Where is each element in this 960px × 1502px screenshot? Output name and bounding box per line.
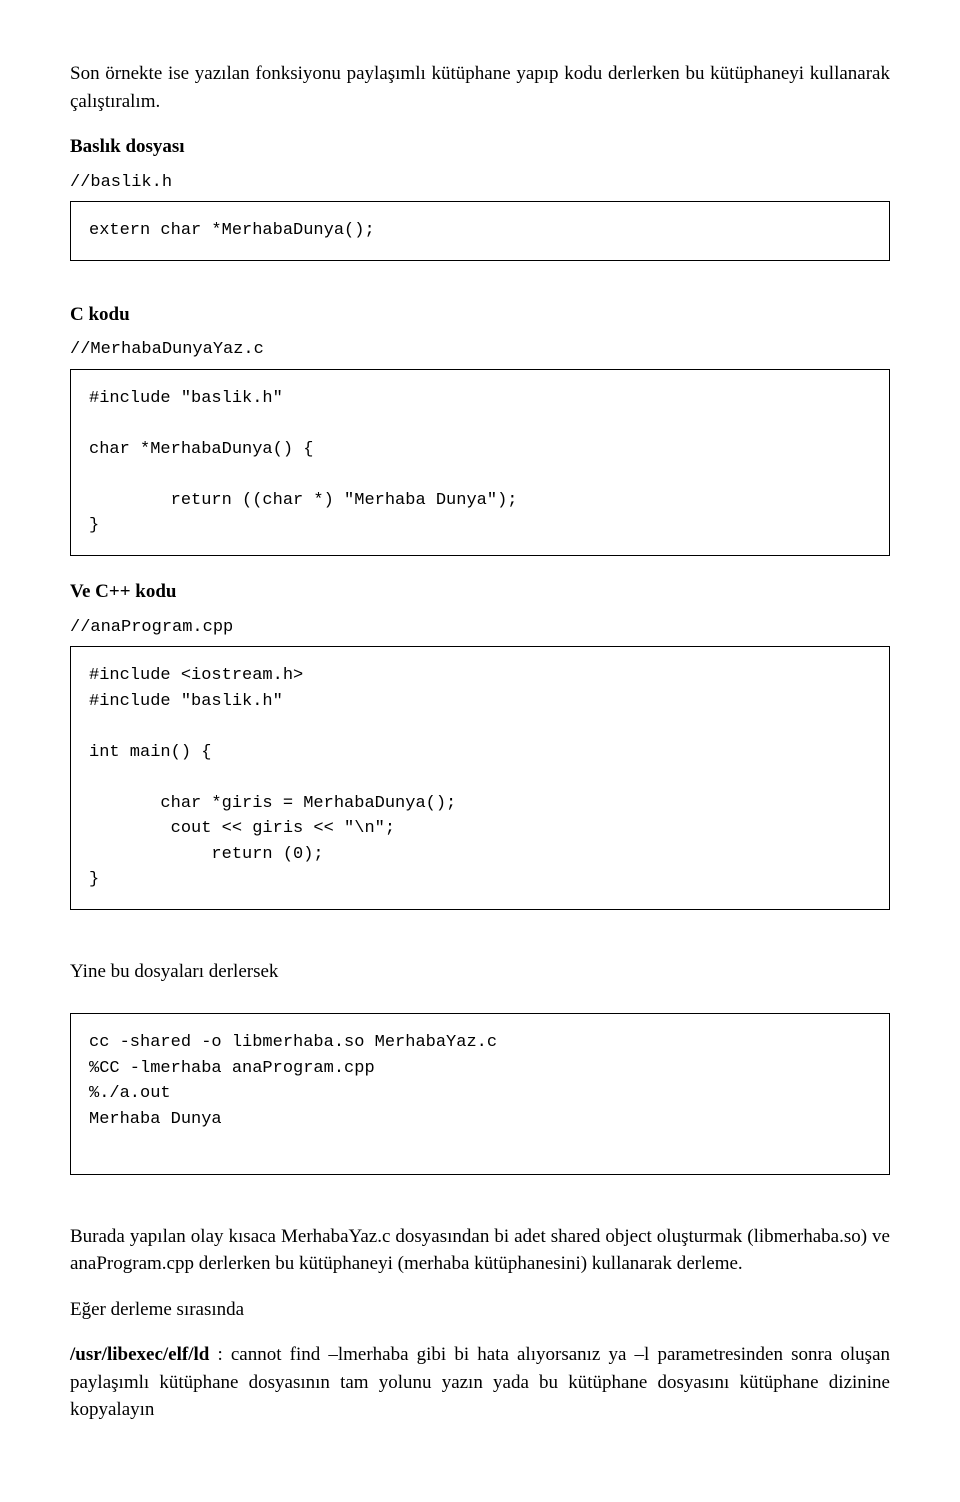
ld-path: /usr/libexec/elf/ld (70, 1344, 209, 1365)
filename-anaprogram: //anaProgram.cpp (70, 616, 890, 641)
heading-compile: Yine bu dosyaları derlersek (70, 958, 890, 986)
code-compile: cc -shared -o libmerhaba.so MerhabaYaz.c… (70, 1013, 890, 1175)
heading-c-kodu: C kodu (70, 301, 890, 329)
error-paragraph: /usr/libexec/elf/ld : cannot find –lmerh… (70, 1341, 890, 1424)
code-cpp-kodu: #include <iostream.h> #include "baslik.h… (70, 646, 890, 910)
code-c-kodu: #include "baslik.h" char *MerhabaDunya()… (70, 369, 890, 556)
filename-baslik: //baslik.h (70, 171, 890, 196)
code-baslik: extern char *MerhabaDunya(); (70, 201, 890, 261)
intro-paragraph: Son örnekte ise yazılan fonksiyonu payla… (70, 60, 890, 115)
error-intro-paragraph: Eğer derleme sırasında (70, 1296, 890, 1324)
heading-baslik-dosyasi: Baslık dosyası (70, 133, 890, 161)
explanation-paragraph: Burada yapılan olay kısaca MerhabaYaz.c … (70, 1223, 890, 1278)
heading-cpp-kodu: Ve C++ kodu (70, 578, 890, 606)
filename-merhabadunyayaz: //MerhabaDunyaYaz.c (70, 338, 890, 363)
